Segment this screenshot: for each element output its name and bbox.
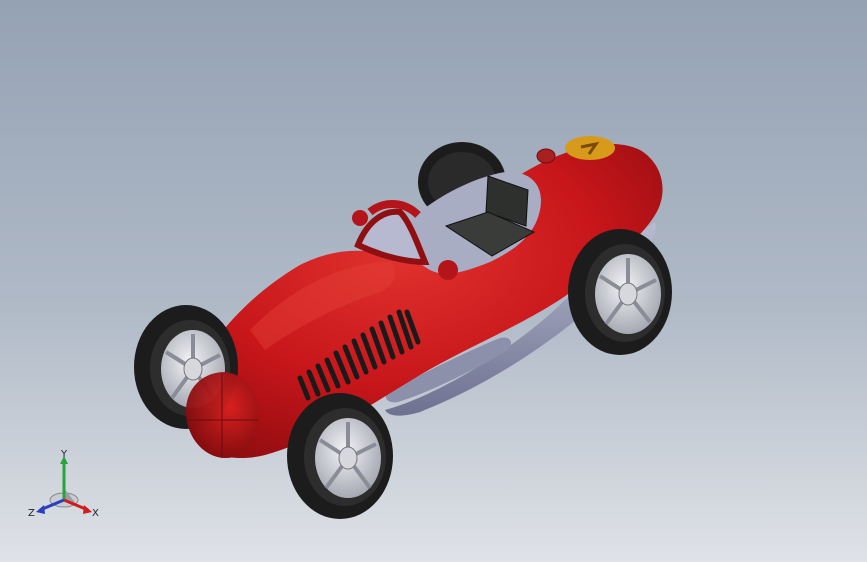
x-axis-label: X (92, 508, 99, 519)
rear-right-wheel (568, 229, 672, 355)
fuel-cap (536, 148, 556, 164)
y-axis-label: Y (60, 449, 68, 460)
graphics-viewport[interactable]: Y X Z (0, 0, 867, 562)
z-axis-label: Z (28, 508, 35, 519)
axis-triad[interactable]: Y X Z (26, 448, 106, 528)
race-car-model[interactable] (0, 0, 867, 562)
number-badge (565, 136, 615, 160)
mirror-left (352, 210, 368, 226)
mirror-right (438, 260, 458, 280)
front-right-wheel (287, 393, 393, 519)
